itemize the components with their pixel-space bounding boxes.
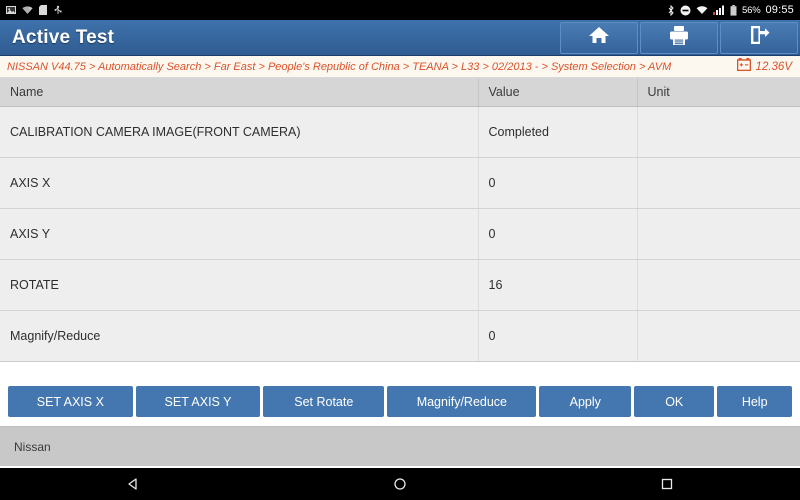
cell-name: AXIS Y xyxy=(0,208,479,260)
toolbar-actions xyxy=(560,20,800,56)
exit-icon xyxy=(748,25,770,50)
battery-percent: 56% xyxy=(742,4,761,16)
square-recents-icon xyxy=(659,478,675,496)
status-left-icons: ? xyxy=(6,5,63,15)
nav-back-button[interactable] xyxy=(125,476,141,492)
cell-value: 0 xyxy=(478,310,638,362)
footer-label: Nissan xyxy=(14,439,51,454)
bluetooth-icon xyxy=(667,4,675,16)
android-status-bar: ? 56% 09:55 xyxy=(0,0,800,20)
exit-button[interactable] xyxy=(720,21,798,54)
set-rotate-button[interactable]: Set Rotate xyxy=(263,386,385,417)
cell-name: CALIBRATION CAMERA IMAGE(FRONT CAMERA) xyxy=(0,106,479,158)
breadcrumb-path: NISSAN V44.75 > Automatically Search > F… xyxy=(7,60,672,73)
android-nav-bar xyxy=(0,468,800,500)
help-button[interactable]: Help xyxy=(717,386,792,417)
table-row[interactable]: Magnify/Reduce 0 xyxy=(0,310,800,362)
cell-name: AXIS X xyxy=(0,157,479,209)
magnify-reduce-button[interactable]: Magnify/Reduce xyxy=(387,386,537,417)
column-header-value: Value xyxy=(478,78,638,107)
active-test-table: Name Value Unit CALIBRATION CAMERA IMAGE… xyxy=(0,78,800,362)
sdcard-icon xyxy=(39,5,47,15)
table-body: CALIBRATION CAMERA IMAGE(FRONT CAMERA) Co… xyxy=(0,106,800,362)
table-header-row: Name Value Unit xyxy=(0,78,800,107)
cell-unit xyxy=(637,208,800,260)
app-title-bar: Active Test xyxy=(0,20,800,56)
cell-value: 0 xyxy=(478,208,638,260)
set-axis-x-button[interactable]: SET AXIS X xyxy=(8,386,133,417)
cell-value: Completed xyxy=(478,106,638,158)
home-button[interactable] xyxy=(560,21,638,54)
cell-unit xyxy=(637,106,800,158)
apply-button[interactable]: Apply xyxy=(539,386,632,417)
status-right-icons: 56% 09:55 xyxy=(667,4,794,16)
cell-name: Magnify/Reduce xyxy=(0,310,479,362)
column-header-unit: Unit xyxy=(637,78,800,107)
cell-unit xyxy=(637,259,800,311)
svg-text:?: ? xyxy=(29,7,32,13)
action-button-row: SET AXIS X SET AXIS Y Set Rotate Magnify/Re… xyxy=(8,386,792,417)
signal-icon xyxy=(713,5,725,15)
nav-home-button[interactable] xyxy=(392,476,408,492)
car-battery-icon xyxy=(736,57,751,76)
cell-name: ROTATE xyxy=(0,259,479,311)
table-row[interactable]: CALIBRATION CAMERA IMAGE(FRONT CAMERA) Co… xyxy=(0,106,800,158)
screenshot-icon xyxy=(6,5,16,15)
battery-icon xyxy=(730,4,737,16)
cell-value: 16 xyxy=(478,259,638,311)
wifi-icon xyxy=(696,5,708,15)
printer-icon xyxy=(668,25,690,51)
voltage-value: 12.36V xyxy=(755,60,792,73)
usb-icon xyxy=(53,5,63,15)
cell-unit xyxy=(637,310,800,362)
triangle-back-icon xyxy=(125,478,141,496)
active-test-screen: ? 56% 09:55 Active Test NISSAN V44.75 > … xyxy=(0,0,800,500)
voltage-indicator: 12.36V xyxy=(736,57,792,76)
ok-button[interactable]: OK xyxy=(634,386,715,417)
data-table-area: Name Value Unit CALIBRATION CAMERA IMAGE… xyxy=(0,78,800,362)
cell-value: 0 xyxy=(478,157,638,209)
home-icon xyxy=(588,25,610,50)
nav-recents-button[interactable] xyxy=(659,476,675,492)
table-row[interactable]: AXIS Y0 xyxy=(0,208,800,260)
table-row[interactable]: AXIS X0 xyxy=(0,157,800,209)
column-header-name: Name xyxy=(0,78,479,107)
mute-icon xyxy=(680,5,691,16)
status-clock: 09:55 xyxy=(765,4,794,16)
circle-home-icon xyxy=(392,478,408,496)
wifi-question-icon: ? xyxy=(22,5,33,15)
cell-unit xyxy=(637,157,800,209)
breadcrumb: NISSAN V44.75 > Automatically Search > F… xyxy=(0,56,800,78)
print-button[interactable] xyxy=(640,21,718,54)
page-title: Active Test xyxy=(12,26,115,48)
status-footer: Nissan xyxy=(0,426,800,466)
set-axis-y-button[interactable]: SET AXIS Y xyxy=(135,386,261,417)
table-row[interactable]: ROTATE 16 xyxy=(0,259,800,311)
